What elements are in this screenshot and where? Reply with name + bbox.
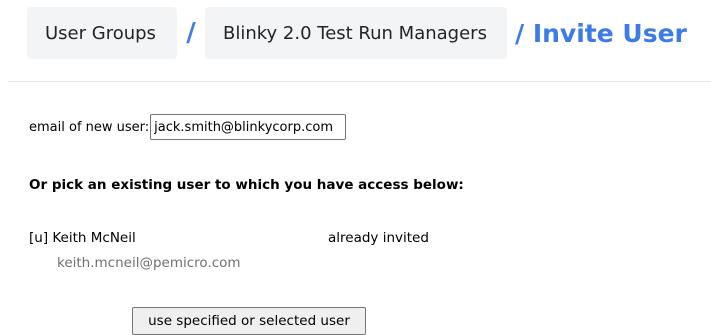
email-field-label: email of new user: xyxy=(29,119,150,135)
breadcrumb-user-groups-label: User Groups xyxy=(45,22,156,44)
user-name: [u] Keith McNeil xyxy=(29,230,136,246)
page-title: / Invite User xyxy=(515,18,687,48)
status-badge: already invited xyxy=(328,230,429,246)
breadcrumb-user-groups-link[interactable]: User Groups xyxy=(27,7,177,59)
breadcrumb-group-link[interactable]: Blinky 2.0 Test Run Managers xyxy=(205,7,507,59)
list-item[interactable]: [u] Keith McNeil already invited keith.m… xyxy=(29,228,489,276)
existing-users-heading: Or pick an existing user to which you ha… xyxy=(29,177,464,193)
email-form: email of new user: xyxy=(29,114,347,140)
email-field[interactable] xyxy=(150,114,347,140)
header-divider xyxy=(8,81,711,82)
breadcrumb-group-label: Blinky 2.0 Test Run Managers xyxy=(223,22,487,44)
user-email: keith.mcneil@pemicro.com xyxy=(57,255,241,271)
breadcrumb-separator: / xyxy=(186,18,196,48)
breadcrumb: User Groups / Blinky 2.0 Test Run Manage… xyxy=(27,7,687,59)
